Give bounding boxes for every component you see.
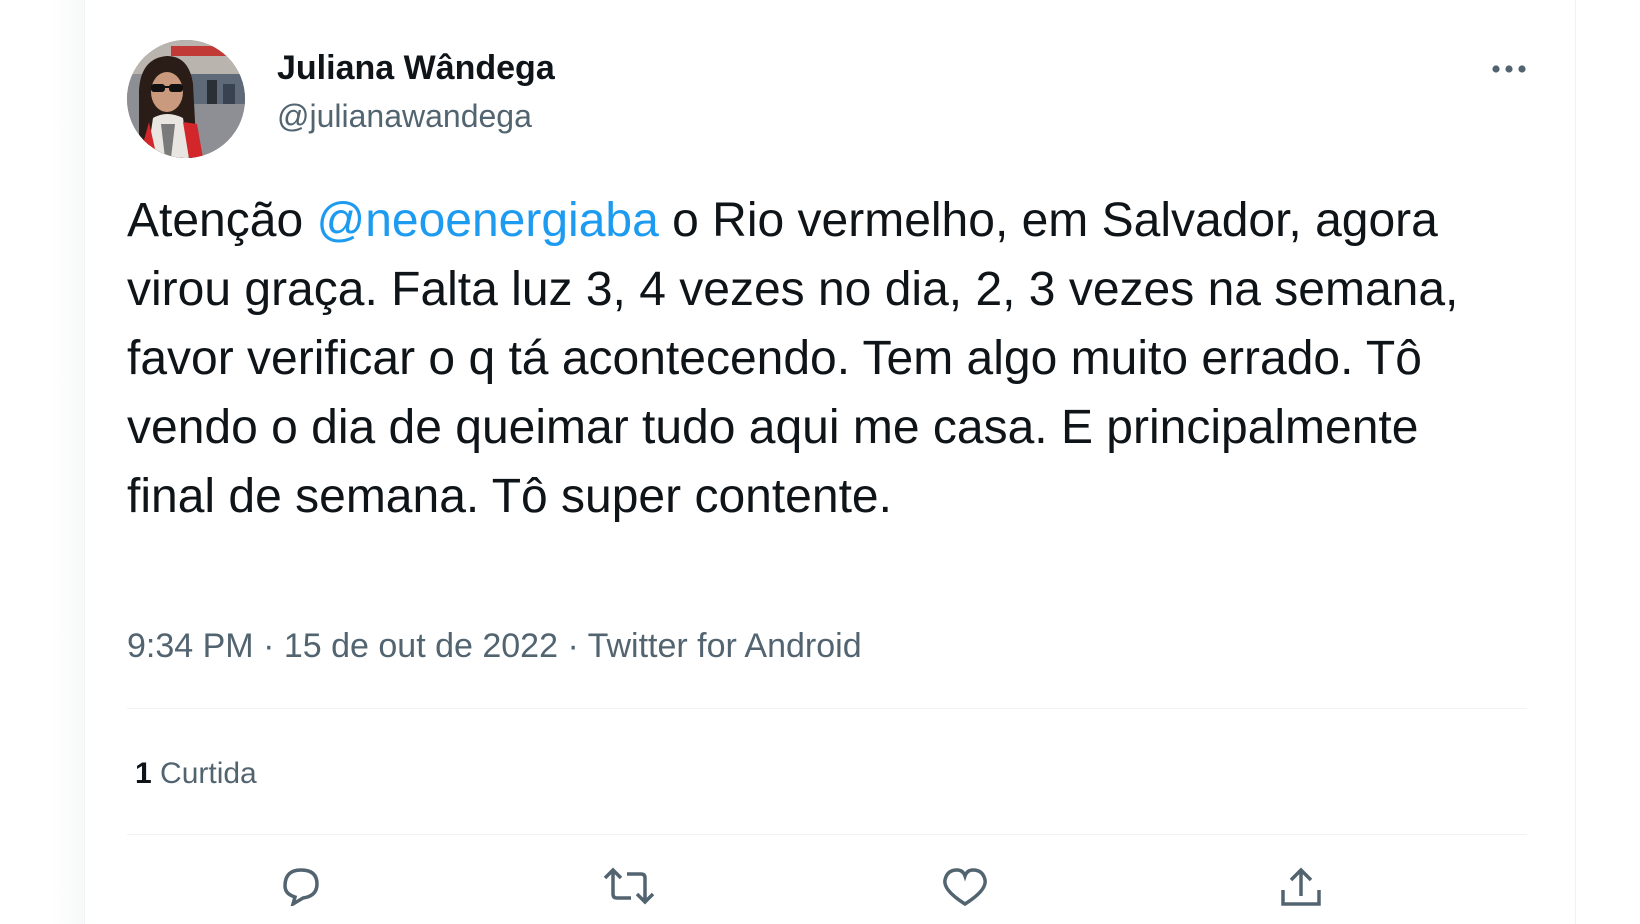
likes-label: Curtida: [160, 757, 257, 790]
avatar-photo: [127, 40, 245, 158]
tweet-date-link[interactable]: 15 de out de 2022: [284, 627, 558, 665]
author-names: Juliana Wândega @julianawandega: [277, 46, 555, 138]
tweet-actions: [127, 866, 1527, 924]
right-background: [1576, 0, 1640, 924]
meta-separator: ·: [253, 627, 284, 665]
more-options-button[interactable]: [1481, 50, 1537, 90]
share-icon: [1275, 866, 1327, 924]
reply-button[interactable]: [271, 866, 331, 924]
tweet-meta: 9:34 PM · 15 de out de 2022 · Twitter fo…: [127, 622, 862, 670]
likes-count: 1: [135, 757, 152, 790]
more-horizontal-icon: [1491, 61, 1527, 79]
heart-icon: [939, 866, 991, 924]
divider: [127, 708, 1527, 709]
tweet-header: Juliana Wândega @julianawandega: [127, 40, 1537, 160]
reply-icon: [275, 866, 327, 924]
author-display-name[interactable]: Juliana Wândega: [277, 46, 555, 90]
left-background: [0, 0, 84, 924]
tweet-card: Juliana Wândega @julianawandega Atenção …: [84, 0, 1576, 924]
retweet-button[interactable]: [599, 866, 659, 924]
tweet-source-link[interactable]: Twitter for Android: [588, 627, 862, 665]
mention-link[interactable]: @neoenergiaba: [316, 194, 658, 247]
tweet-time-link[interactable]: 9:34 PM: [127, 627, 254, 665]
tweet-text: Atenção @neoenergiaba o Rio vermelho, em…: [127, 186, 1507, 531]
retweet-icon: [601, 866, 657, 924]
meta-separator: ·: [558, 627, 588, 665]
tweet-text-before-mention: Atenção: [127, 194, 317, 247]
likes-stat-link[interactable]: 1 Curtida: [135, 752, 257, 796]
author-handle[interactable]: @julianawandega: [277, 94, 555, 138]
share-button[interactable]: [1271, 866, 1331, 924]
divider: [127, 834, 1527, 835]
avatar[interactable]: [127, 40, 245, 158]
page: Juliana Wândega @julianawandega Atenção …: [0, 0, 1640, 924]
like-button[interactable]: [935, 866, 995, 924]
